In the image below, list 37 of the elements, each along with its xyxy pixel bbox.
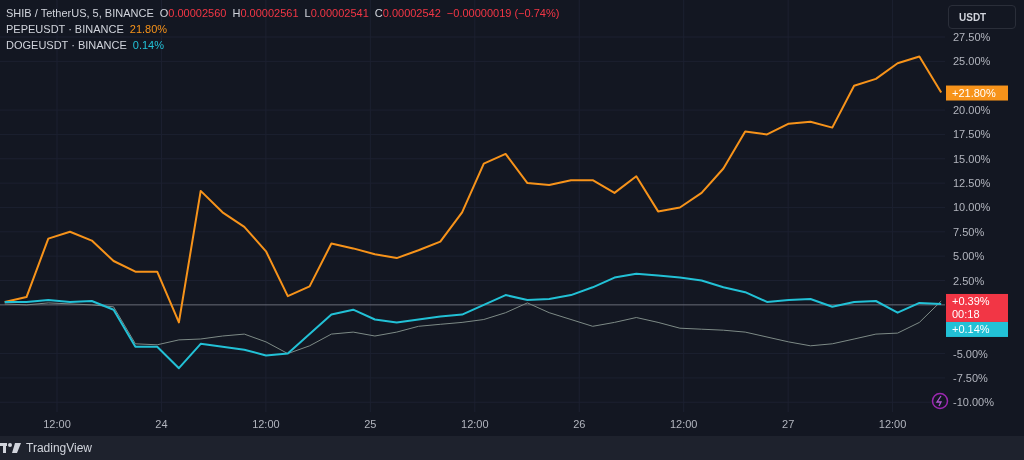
symbol-title: PEPEUSDT · BINANCE xyxy=(6,22,124,37)
logo-icon xyxy=(0,443,22,453)
axis-label: 27 xyxy=(782,418,795,430)
lightning-icon[interactable] xyxy=(931,392,949,410)
price-badge: +0.39% 00:18 xyxy=(946,293,1008,322)
ohlc-value: H0.00002561 xyxy=(232,6,299,21)
axis-label: -7.50% xyxy=(953,371,988,384)
axis-label: 10.00% xyxy=(953,201,991,214)
axis-label: 17.50% xyxy=(953,128,991,141)
percent-value: 0.14% xyxy=(132,38,164,53)
currency-button[interactable]: USDT xyxy=(948,5,1016,29)
axis-label: -5.00% xyxy=(953,347,988,360)
change-value: −0.00000019 (−0.74%) xyxy=(446,6,560,21)
axis-label: 5.00% xyxy=(953,250,985,263)
brand-name: TradingView xyxy=(26,441,93,455)
axis-label: 12.50% xyxy=(953,177,991,190)
symbol-title: SHIB / TetherUS, 5, BINANCE xyxy=(6,6,154,21)
axis-label: 25.00% xyxy=(953,55,991,68)
axis-label: 12:00 xyxy=(461,418,489,430)
axis-label: 26 xyxy=(573,418,586,430)
axis-label: 24 xyxy=(155,418,168,430)
axis-label: 27.50% xyxy=(953,31,991,43)
ohlc-value: L0.00002541 xyxy=(304,6,369,21)
ohlc-value: C0.00002542 xyxy=(374,6,441,21)
axis-label: -10.00% xyxy=(953,396,994,409)
ohlc-value: O0.00002560 xyxy=(159,6,227,21)
axis-label: 25 xyxy=(364,418,377,430)
symbol-title: DOGEUSDT · BINANCE xyxy=(6,38,127,53)
axis-label: 15.00% xyxy=(953,152,991,165)
axis-label: 20.00% xyxy=(953,104,991,117)
axis-label: 2.50% xyxy=(953,274,985,287)
axis-label: 7.50% xyxy=(953,225,985,238)
axis-label: 12:00 xyxy=(252,418,280,430)
axis-label: 12:00 xyxy=(878,418,907,430)
axis-label: 12:00 xyxy=(43,418,71,430)
percent-value: 21.80% xyxy=(129,22,168,37)
axis-label: 12:00 xyxy=(669,418,698,430)
